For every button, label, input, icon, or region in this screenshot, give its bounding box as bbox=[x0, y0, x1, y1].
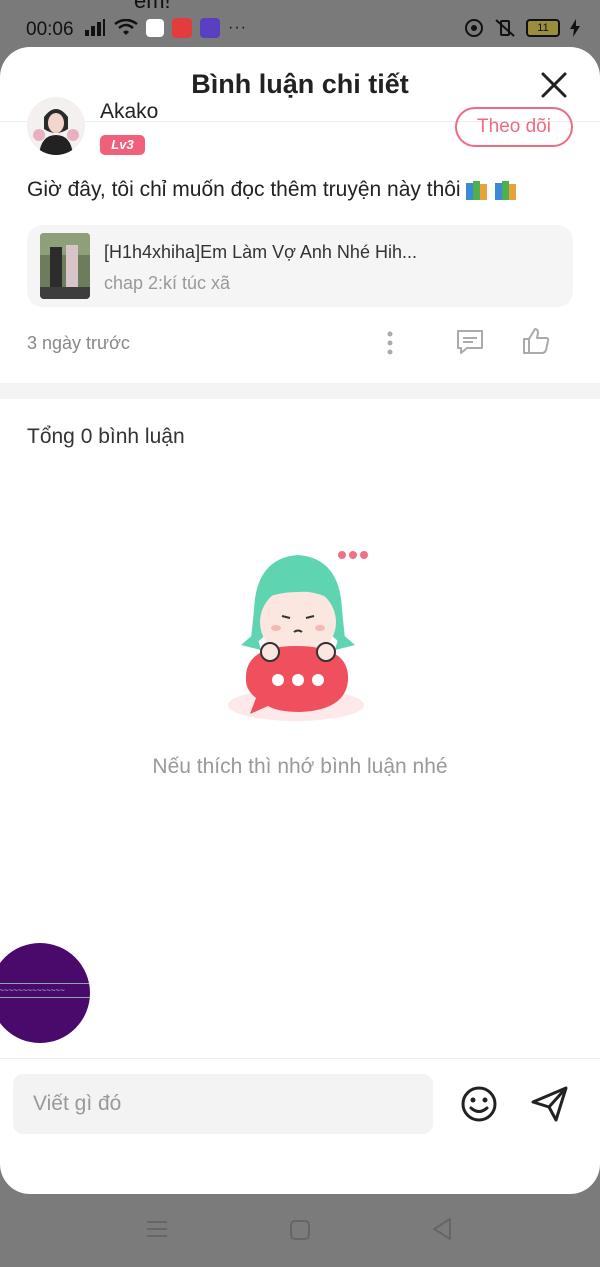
recent-apps-icon[interactable] bbox=[145, 1217, 169, 1241]
floating-bubble-ticker: ~~~~~~~~~~~~~~~~ bbox=[0, 983, 90, 998]
like-icon[interactable] bbox=[521, 326, 551, 356]
comment-composer bbox=[0, 1058, 600, 1147]
system-nav-bar bbox=[0, 1194, 600, 1267]
books-icon bbox=[465, 181, 487, 200]
app-icon bbox=[200, 18, 220, 38]
send-icon[interactable] bbox=[530, 1085, 570, 1123]
signal-icon bbox=[85, 19, 105, 36]
notification-icon bbox=[146, 19, 164, 37]
username[interactable]: Akako bbox=[100, 100, 158, 124]
manga-thumbnail bbox=[40, 233, 90, 299]
status-icons-right: 11 bbox=[464, 18, 580, 38]
manga-title: [H1h4xhiha]Em Làm Vợ Anh Nhé Hih... bbox=[104, 242, 417, 262]
follow-button[interactable]: Theo dõi bbox=[455, 107, 573, 147]
empty-message: Nếu thích thì nhớ bình luận nhé bbox=[152, 755, 448, 778]
section-divider bbox=[0, 383, 600, 399]
background-peek-text: em! bbox=[134, 0, 171, 13]
status-time: 00:06 bbox=[26, 19, 74, 40]
avatar[interactable] bbox=[27, 97, 85, 155]
more-options-icon[interactable] bbox=[380, 330, 400, 356]
level-badge: Lv3 bbox=[100, 135, 145, 155]
battery-icon: 11 bbox=[526, 19, 560, 37]
total-comments: Tổng 0 bình luận bbox=[27, 425, 185, 448]
data-saver-icon bbox=[465, 19, 483, 37]
floating-chat-head[interactable]: ~~~~~~~~~~~~~~~~ bbox=[0, 943, 90, 1043]
comment-block: Akako Lv3 Theo dõi Giờ đây, tôi chỉ muốn… bbox=[0, 47, 600, 1147]
reply-icon[interactable] bbox=[455, 328, 485, 356]
emoji-icon[interactable] bbox=[460, 1085, 498, 1123]
home-icon[interactable] bbox=[289, 1219, 311, 1241]
vibrate-icon bbox=[495, 19, 515, 37]
comment-text: Giờ đây, tôi chỉ muốn đọc thêm truyện nà… bbox=[27, 178, 461, 201]
wifi-icon bbox=[114, 19, 138, 35]
empty-comments-illustration bbox=[228, 551, 368, 721]
charging-icon bbox=[570, 19, 580, 37]
manga-chapter: chap 2:kí túc xã bbox=[104, 273, 231, 293]
manga-app-icon bbox=[172, 18, 192, 38]
back-icon[interactable] bbox=[430, 1217, 454, 1241]
comment-timestamp: 3 ngày trước bbox=[27, 333, 130, 353]
more-notifications-icon: ··· bbox=[228, 19, 247, 36]
comment-input[interactable] bbox=[13, 1074, 433, 1134]
manga-card[interactable]: [H1h4xhiha]Em Làm Vợ Anh Nhé Hih... chap… bbox=[27, 225, 573, 307]
status-icons-left: ··· bbox=[84, 18, 247, 38]
comment-text-row: Giờ đây, tôi chỉ muốn đọc thêm truyện nà… bbox=[27, 178, 519, 202]
avatar-image bbox=[27, 97, 85, 155]
books-icon bbox=[494, 181, 516, 200]
comment-detail-sheet: Bình luận chi tiết Akako Lv3 Theo dõi Gi… bbox=[0, 47, 600, 1194]
